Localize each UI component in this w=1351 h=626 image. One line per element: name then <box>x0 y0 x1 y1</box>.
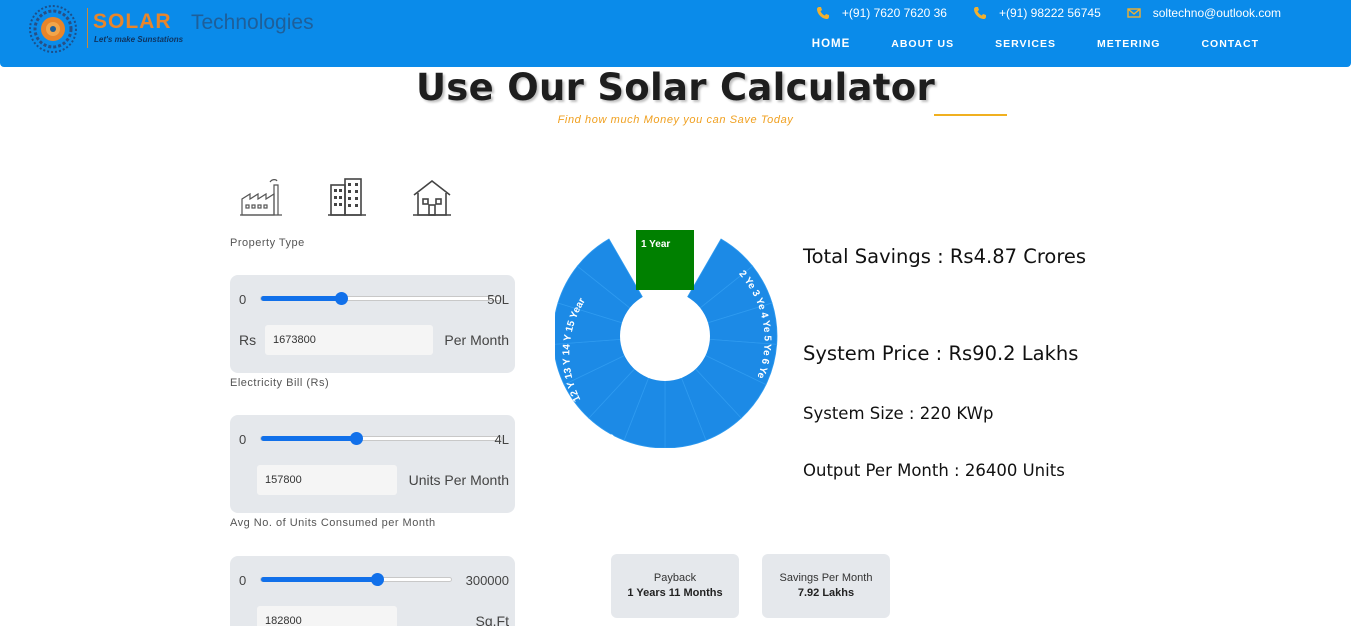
title-underline <box>934 114 1007 116</box>
units-max: 4L <box>494 432 509 447</box>
contact-phone-1-text: +(91) 7620 7620 36 <box>841 6 947 20</box>
main-nav: HOME ABOUT US SERVICES METERING CONTACT <box>771 38 1259 50</box>
property-type-label: Property Type <box>230 237 305 249</box>
phone-icon <box>816 7 829 19</box>
total-savings: Total Savings : Rs4.87 Crores <box>803 245 1087 268</box>
electricity-bill-card: 0 50L Rs Per Month <box>230 275 515 373</box>
area-suffix: Sq.Ft <box>475 613 509 626</box>
phone-icon <box>973 7 986 19</box>
bill-slider-thumb[interactable] <box>335 292 349 305</box>
units-slider-fill <box>261 436 356 441</box>
area-slider-fill <box>261 577 377 582</box>
brand-name-primary: SOLAR <box>93 10 172 33</box>
system-size: System Size : 220 KWp <box>803 404 994 423</box>
year-selector-wheel[interactable]: 1 Year 12 Y 13 Y 14 Y 15 Year 2 Ye 3 Ye … <box>555 228 780 448</box>
units-suffix: Units Per Month <box>408 472 509 488</box>
units-slider-thumb[interactable] <box>349 432 363 445</box>
units-card: 0 4L Units Per Month <box>230 415 515 513</box>
payback-value: 1 Years 11 Months <box>627 587 723 599</box>
system-price: System Price : Rs90.2 Lakhs <box>803 342 1079 365</box>
brand-logo[interactable]: SOLAR Technologies Let's make Sunstation… <box>28 4 328 56</box>
contact-bar: +(91) 7620 7620 36 +(91) 98222 56745 sol… <box>790 5 1281 21</box>
nav-about-us[interactable]: ABOUT US <box>891 38 954 50</box>
area-max: 300000 <box>465 573 509 588</box>
nav-metering[interactable]: METERING <box>1097 38 1160 50</box>
units-min: 0 <box>239 432 247 447</box>
house-icon[interactable] <box>411 177 453 217</box>
bill-suffix: Per Month <box>444 332 509 348</box>
area-slider[interactable] <box>260 573 452 586</box>
area-input[interactable] <box>257 606 397 626</box>
area-min: 0 <box>239 573 247 588</box>
selected-year-label: 1 Year <box>641 239 670 250</box>
factory-icon[interactable] <box>240 177 282 217</box>
units-label: Avg No. of Units Consumed per Month <box>230 517 436 529</box>
contact-phone-2-text: +(91) 98222 56745 <box>998 6 1101 20</box>
bill-slider-fill <box>261 296 342 301</box>
electricity-bill-label: Electricity Bill (Rs) <box>230 377 330 389</box>
payback-card: Payback 1 Years 11 Months <box>611 554 739 618</box>
contact-email-text: soltechno@outlook.com <box>1152 6 1281 20</box>
bill-max: 50L <box>487 292 509 307</box>
savings-per-month-label: Savings Per Month <box>779 572 873 584</box>
bill-min: 0 <box>239 292 247 307</box>
mail-icon <box>1127 8 1141 18</box>
wheel-center <box>620 291 710 381</box>
brand-name-secondary: Technologies <box>191 11 314 34</box>
brand-tagline: Let's make Sunstations <box>94 35 184 44</box>
contact-phone-1[interactable]: +(91) 7620 7620 36 <box>816 6 947 20</box>
contact-phone-2[interactable]: +(91) 98222 56745 <box>973 6 1101 20</box>
area-slider-thumb[interactable] <box>370 573 384 586</box>
savings-per-month-value: 7.92 Lakhs <box>797 587 855 599</box>
sun-logo-icon <box>29 5 77 53</box>
contact-email[interactable]: soltechno@outlook.com <box>1127 6 1281 20</box>
page-subtitle: Find how much Money you can Save Today <box>557 114 794 126</box>
savings-per-month-card: Savings Per Month 7.92 Lakhs <box>762 554 890 618</box>
bill-amount-input[interactable] <box>265 325 433 355</box>
bill-currency-prefix: Rs <box>239 332 257 348</box>
nav-services[interactable]: SERVICES <box>995 38 1056 50</box>
nav-home[interactable]: HOME <box>812 38 851 50</box>
units-slider[interactable] <box>260 432 502 445</box>
site-header: SOLAR Technologies Let's make Sunstation… <box>0 0 1351 67</box>
payback-label: Payback <box>653 572 697 584</box>
bill-slider[interactable] <box>260 292 502 305</box>
nav-contact[interactable]: CONTACT <box>1201 38 1259 50</box>
page-title: Use Our Solar Calculator <box>415 66 936 109</box>
units-input[interactable] <box>257 465 397 495</box>
office-building-icon[interactable] <box>326 177 368 217</box>
output-per-month: Output Per Month : 26400 Units <box>803 461 1065 480</box>
area-card: 0 300000 Sq.Ft <box>230 556 515 626</box>
logo-divider <box>87 8 88 48</box>
